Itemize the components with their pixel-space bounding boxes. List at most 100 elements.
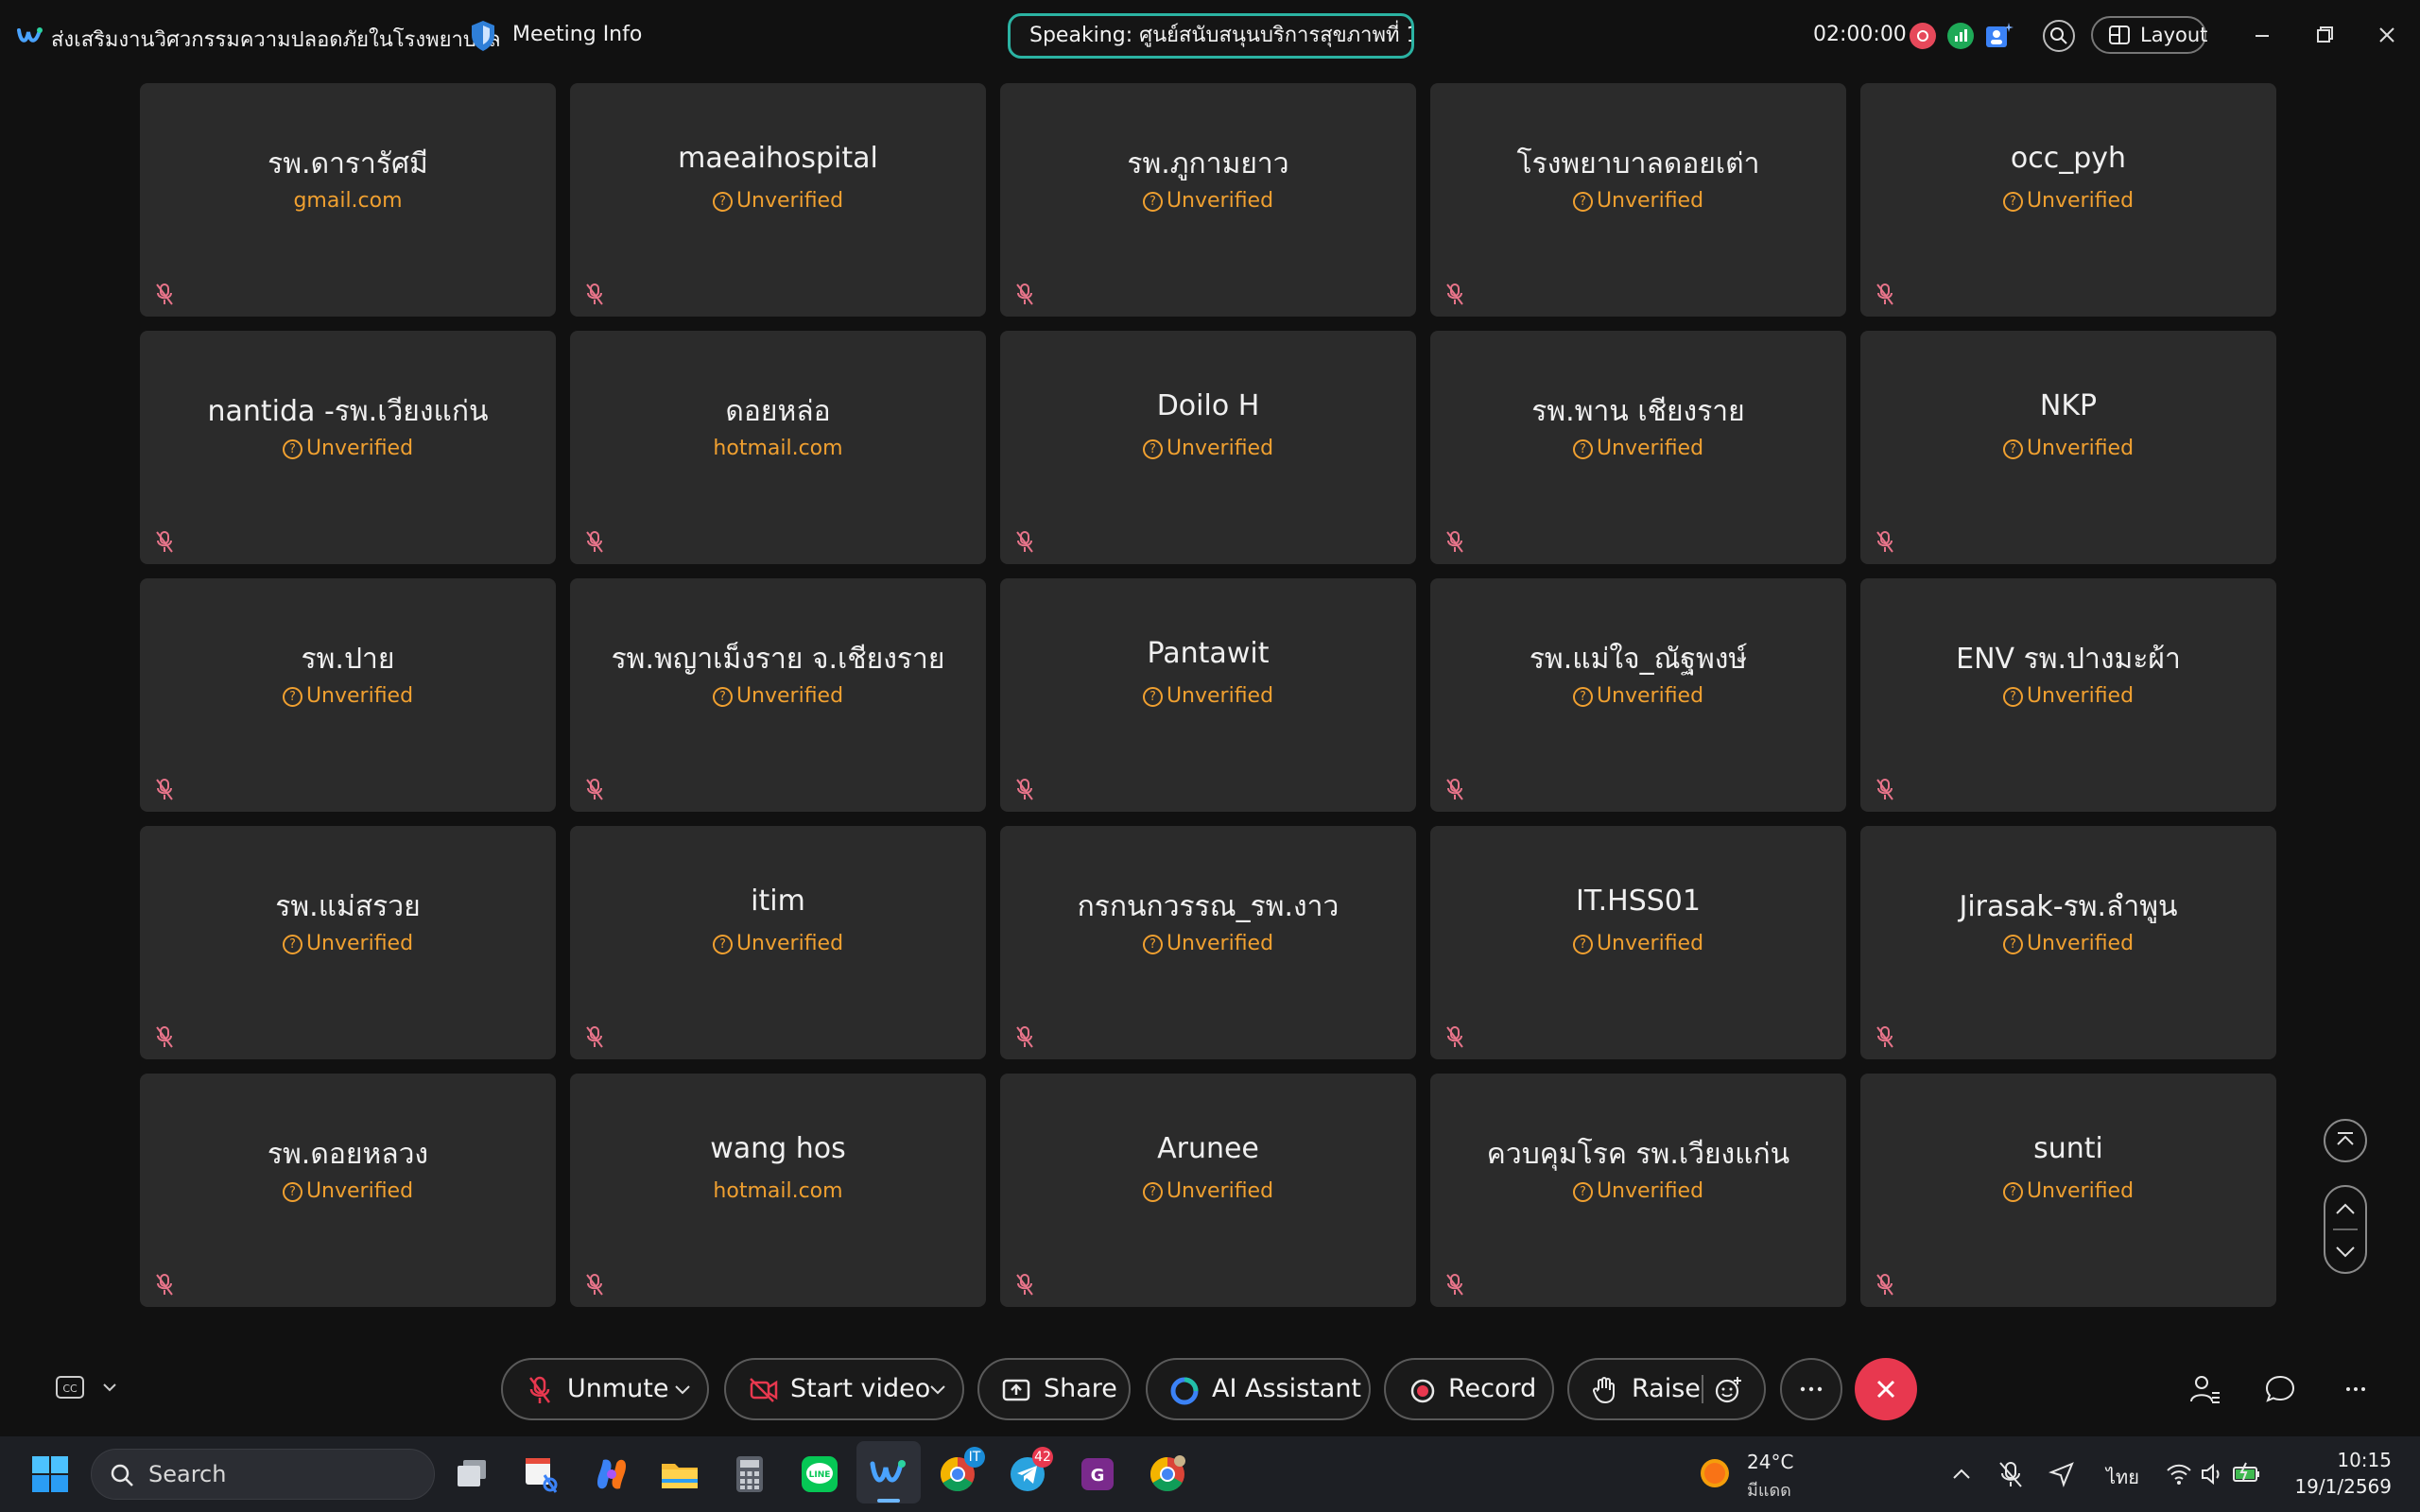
zoom-search-icon[interactable] [2042, 19, 2076, 53]
minimize-icon[interactable] [2248, 21, 2276, 49]
scroll-up-button[interactable] [2325, 1191, 2365, 1228]
reactions-icon[interactable] [1713, 1376, 1743, 1404]
participant-name: Arunee [1157, 1132, 1259, 1165]
participant-tile[interactable]: รพ.ภูกามยาว? Unverified [1000, 83, 1416, 317]
participant-tile[interactable]: รพ.แม่สรวย? Unverified [140, 826, 556, 1059]
participant-name: รพ.แม่ใจ_ณัฐพงษ์ [1529, 643, 1748, 676]
snipping-tool-icon[interactable] [520, 1452, 563, 1496]
chat-icon[interactable] [2263, 1372, 2297, 1406]
chevron-down-icon[interactable] [673, 1383, 692, 1398]
scroll-down-button[interactable] [2325, 1232, 2365, 1270]
start-video-button[interactable]: Start video [724, 1358, 964, 1420]
participant-status: ? Unverified [1860, 932, 2276, 955]
participant-status-text: Unverified [305, 1179, 414, 1203]
participant-status-text: Unverified [1596, 932, 1704, 955]
chevron-down-icon[interactable] [928, 1383, 947, 1398]
raise-divider [1702, 1375, 1703, 1403]
participant-status: ? Unverified [140, 932, 556, 955]
participant-status: ? Unverified [570, 189, 986, 213]
calculator-icon[interactable] [728, 1452, 771, 1496]
ai-assistant-button[interactable]: AI Assistant [1146, 1358, 1371, 1420]
participant-status-text: Unverified [1596, 189, 1704, 213]
unmute-button[interactable]: Unmute [501, 1358, 709, 1420]
participant-tile[interactable]: nantida -รพ.เวียงแก่น? Unverified [140, 331, 556, 564]
share-button[interactable]: Share [977, 1358, 1131, 1420]
record-icon [1410, 1379, 1435, 1403]
network-health-icon[interactable] [1947, 23, 1974, 49]
participant-tile[interactable]: ควบคุมโรค รพ.เวียงแก่น? Unverified [1430, 1074, 1846, 1307]
copilot-icon[interactable] [590, 1452, 633, 1496]
participant-tile[interactable]: ดอยหล่อ hotmail.com [570, 331, 986, 564]
participant-name: ควบคุมโรค รพ.เวียงแก่น [1486, 1138, 1790, 1171]
file-explorer-icon[interactable] [658, 1452, 701, 1496]
participant-tile[interactable]: itim? Unverified [570, 826, 986, 1059]
mic-muted-icon [1876, 1274, 1893, 1296]
weather-description[interactable]: มีแดด [1747, 1476, 1791, 1503]
record-button[interactable]: Record [1384, 1358, 1554, 1420]
mic-muted-icon [1016, 1274, 1033, 1296]
participant-tile[interactable]: maeaihospital? Unverified [570, 83, 986, 317]
volume-icon[interactable] [2199, 1461, 2225, 1487]
mic-muted-icon [586, 284, 603, 305]
participant-status: ? Unverified [140, 1179, 556, 1203]
shield-icon[interactable] [469, 19, 497, 53]
close-icon[interactable] [2373, 21, 2401, 49]
participant-status: gmail.com [140, 189, 556, 213]
participant-tile[interactable]: โรงพยาบาลดอยเต่า? Unverified [1430, 83, 1846, 317]
participant-tile[interactable]: ENV รพ.ปางมะผ้า? Unverified [1860, 578, 2276, 812]
mic-muted-icon [1446, 1274, 1463, 1296]
unverified-question-icon: ? [1142, 687, 1163, 707]
wifi-icon[interactable] [2165, 1461, 2193, 1487]
record-label: Record [1448, 1374, 1537, 1403]
restore-icon[interactable] [2310, 21, 2339, 49]
battery-charging-icon[interactable] [2231, 1459, 2263, 1487]
svg-text:G: G [1091, 1466, 1105, 1486]
layout-button[interactable]: Layout [2091, 16, 2207, 54]
more-options-button[interactable] [1780, 1358, 1842, 1420]
weather-temperature[interactable]: 24°C [1747, 1451, 1793, 1473]
participant-status: ? Unverified [570, 684, 986, 708]
participant-tile[interactable]: occ_pyh? Unverified [1860, 83, 2276, 317]
participant-tile[interactable]: Jirasak-รพ.ลำพูน? Unverified [1860, 826, 2276, 1059]
raise-hand-button[interactable]: Raise [1567, 1358, 1766, 1420]
raise-label: Raise [1632, 1374, 1701, 1403]
participant-tile[interactable]: รพ.พญาเม็งราย จ.เชียงราย? Unverified [570, 578, 986, 812]
participant-tile[interactable]: รพ.พาน เชียงราย? Unverified [1430, 331, 1846, 564]
scroll-to-top-button[interactable] [2324, 1119, 2367, 1162]
participant-tile[interactable]: รพ.ดารารัศมี gmail.com [140, 83, 556, 317]
windows-start-icon[interactable] [28, 1452, 72, 1496]
participant-tile[interactable]: wang hos hotmail.com [570, 1074, 986, 1307]
leave-meeting-button[interactable] [1855, 1358, 1917, 1420]
participant-tile[interactable]: Pantawit? Unverified [1000, 578, 1416, 812]
meeting-info-button[interactable]: Meeting Info [512, 23, 642, 46]
participants-app-icon[interactable] [1981, 19, 2015, 53]
participant-tile[interactable]: Arunee? Unverified [1000, 1074, 1416, 1307]
task-view-icon[interactable] [452, 1452, 495, 1496]
more-panels-icon[interactable] [2339, 1372, 2373, 1406]
webex-taskbar-icon[interactable] [867, 1452, 910, 1496]
closed-captions-button[interactable]: CC [55, 1374, 121, 1402]
location-arrow-icon[interactable] [2048, 1460, 2076, 1488]
participants-icon[interactable] [2187, 1372, 2221, 1406]
participant-tile[interactable]: รพ.ปาย? Unverified [140, 578, 556, 812]
participant-tile[interactable]: รพ.ดอยหลวง? Unverified [140, 1074, 556, 1307]
mic-muted-tray-icon[interactable] [1996, 1459, 2025, 1489]
end-call-x-icon [1876, 1380, 1895, 1399]
sunny-weather-icon[interactable] [1698, 1456, 1732, 1490]
show-hidden-icons-chevron-up-icon[interactable] [1949, 1463, 1974, 1486]
participant-tile[interactable]: รพ.แม่ใจ_ณัฐพงษ์? Unverified [1430, 578, 1846, 812]
taskbar-search[interactable]: Search [91, 1449, 435, 1500]
recording-indicator-icon[interactable] [1910, 23, 1936, 49]
participant-tile[interactable]: IT.HSS01? Unverified [1430, 826, 1846, 1059]
taskbar-clock-time[interactable]: 10:15 [2335, 1449, 2392, 1471]
pdf-app-icon[interactable]: G [1076, 1452, 1119, 1496]
chrome-profile-icon[interactable] [1146, 1452, 1189, 1496]
participant-tile[interactable]: NKP? Unverified [1860, 331, 2276, 564]
line-app-icon[interactable]: LINE [798, 1452, 841, 1496]
participant-tile[interactable]: Doilo H? Unverified [1000, 331, 1416, 564]
unverified-question-icon: ? [2002, 1182, 2023, 1202]
input-language[interactable]: ไทย [2106, 1462, 2139, 1492]
participant-tile[interactable]: กรกนกวรรณ_รพ.งาว? Unverified [1000, 826, 1416, 1059]
taskbar-clock-date[interactable]: 19/1/2569 [2288, 1475, 2392, 1498]
participant-tile[interactable]: sunti? Unverified [1860, 1074, 2276, 1307]
